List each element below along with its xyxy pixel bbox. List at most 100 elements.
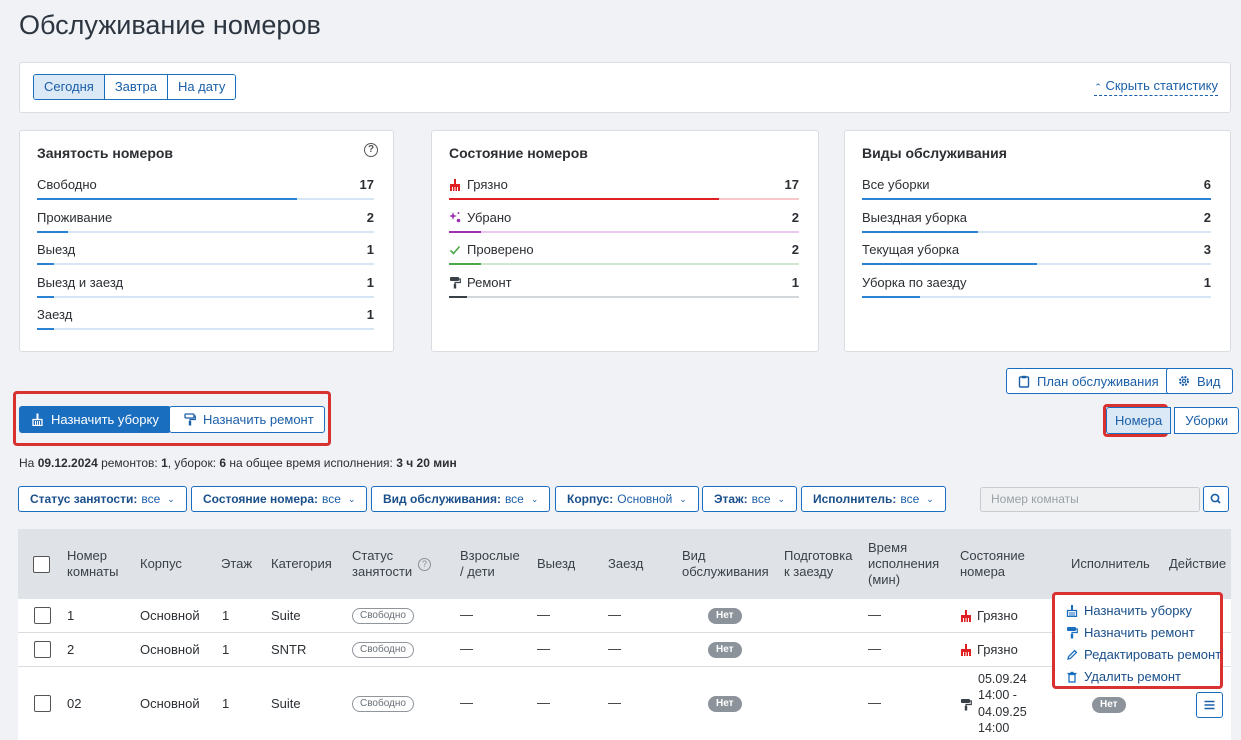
stat-row[interactable]: Текущая уборка 3 xyxy=(862,242,1211,274)
menu-edit-repair[interactable]: Редактировать ремонт xyxy=(1066,647,1221,662)
stat-progress xyxy=(449,295,799,298)
paint-roller-icon xyxy=(184,413,196,426)
occupancy-title: Занятость номеров xyxy=(37,145,174,161)
room-state-card: Состояние номеров Грязно 17 Убрано 2 Провере… xyxy=(431,130,819,352)
stat-row[interactable]: Все уборки 6 xyxy=(862,177,1211,209)
menu-delete-repair[interactable]: Удалить ремонт xyxy=(1066,669,1181,684)
sparkle-icon xyxy=(449,211,461,223)
tab-rooms[interactable]: Номера xyxy=(1106,407,1172,434)
stat-row[interactable]: Уборка по заезду 1 xyxy=(862,275,1211,307)
checkout: — xyxy=(537,641,550,656)
stat-label: Свободно xyxy=(37,177,97,192)
select-all-checkbox[interactable] xyxy=(33,556,50,573)
col-checkin[interactable]: Заезд xyxy=(608,556,643,572)
building: Основной xyxy=(140,642,200,657)
floor: 1 xyxy=(222,642,230,657)
category: SNTR xyxy=(271,642,307,657)
repair-period: 05.09.24 14:00 - 04.09.25 14:00 xyxy=(978,672,1027,735)
status-help-icon[interactable]: ? xyxy=(418,558,431,571)
row-actions-menu-button[interactable] xyxy=(1196,692,1223,718)
col-status[interactable]: Статус занятости xyxy=(352,548,412,580)
stat-row[interactable]: Ремонт 1 xyxy=(449,275,799,307)
service-badge: Нет xyxy=(708,696,742,712)
gear-icon xyxy=(1179,376,1189,386)
stat-progress xyxy=(862,263,1211,265)
category: Suite xyxy=(271,608,301,623)
status-badge: Свободно xyxy=(352,642,414,658)
col-service[interactable]: Вид обслуживания xyxy=(682,548,769,580)
col-building[interactable]: Корпус xyxy=(140,556,182,572)
room-state: Грязно xyxy=(960,642,1018,657)
occupancy-card: Занятость номеров ? Свободно 17 Проживание… xyxy=(19,130,394,352)
filter-occupancy[interactable]: Статус занятости: все ⌄ xyxy=(18,486,187,512)
col-guests[interactable]: Взрослые / дети xyxy=(460,548,520,580)
col-state[interactable]: Состояние номера xyxy=(960,548,1025,580)
col-floor[interactable]: Этаж xyxy=(221,556,252,572)
stat-label: Выезд и заезд xyxy=(37,274,124,290)
stat-row[interactable]: Убрано 2 xyxy=(449,210,799,242)
tab-cleanings[interactable]: Уборки xyxy=(1174,407,1240,434)
row-checkbox[interactable] xyxy=(34,607,51,624)
col-action: Действие xyxy=(1169,556,1227,571)
room-search-input[interactable]: Номер комнаты xyxy=(980,487,1200,512)
dirty-icon xyxy=(449,178,461,191)
paint-roller-icon xyxy=(449,276,461,289)
menu-assign-cleaning[interactable]: Назначить уборку xyxy=(1066,603,1192,618)
filter-executor[interactable]: Исполнитель: все ⌄ xyxy=(801,486,946,512)
stat-value: 3 xyxy=(1203,242,1211,257)
table-row[interactable]: 2 Основной 1 SNTR Свободно — — — Нет — Г… xyxy=(18,633,1231,667)
stat-row[interactable]: Свободно 17 xyxy=(37,177,374,209)
col-category[interactable]: Категория xyxy=(271,556,332,572)
status-badge: Свободно xyxy=(352,608,414,624)
broom-icon xyxy=(1066,604,1078,617)
stat-value: 2 xyxy=(791,209,799,225)
service-plan-button[interactable]: План обслуживания xyxy=(1006,368,1171,394)
period-tabs: Сегодня Завтра На дату xyxy=(33,74,237,100)
chevron-down-icon: ⌄ xyxy=(926,493,934,504)
stat-progress-fill xyxy=(862,295,921,298)
stat-row[interactable]: Проверено 2 xyxy=(449,242,799,274)
stat-label: Текущая уборка xyxy=(862,242,960,257)
room-number: 02 xyxy=(67,696,82,711)
table-header: Номер комнаты Корпус Этаж Категория Стат… xyxy=(18,529,1231,599)
stat-label: Выезд xyxy=(37,242,76,257)
tab-tomorrow[interactable]: Завтра xyxy=(104,75,168,99)
tab-today[interactable]: Сегодня xyxy=(34,75,105,99)
table-row[interactable]: 1 Основной 1 Suite Свободно — — — Нет — … xyxy=(18,599,1231,633)
stat-row[interactable]: Грязно 17 xyxy=(449,177,799,209)
checkin: — xyxy=(608,607,621,622)
col-room[interactable]: Номер комнаты xyxy=(67,548,118,580)
col-checkout[interactable]: Выезд xyxy=(537,556,575,572)
chevron-up-icon: ⌃ xyxy=(1094,82,1102,92)
room-number: 2 xyxy=(67,642,75,657)
filter-room-state[interactable]: Состояние номера: все ⌄ xyxy=(191,486,368,512)
filter-building[interactable]: Корпус: Основной ⌄ xyxy=(555,486,699,512)
filter-service-type[interactable]: Вид обслуживания: все ⌄ xyxy=(371,486,551,512)
help-icon[interactable]: ? xyxy=(364,143,378,157)
service-types-title: Виды обслуживания xyxy=(862,145,1007,161)
table-row[interactable]: 02 Основной 1 Suite Свободно — — — Нет —… xyxy=(18,667,1231,740)
col-executor[interactable]: Исполнитель xyxy=(1071,556,1150,572)
view-button[interactable]: Вид xyxy=(1166,368,1233,394)
row-checkbox[interactable] xyxy=(34,641,51,658)
col-prep[interactable]: Подготовка к заезду xyxy=(784,548,852,580)
search-button[interactable] xyxy=(1203,486,1229,512)
stat-row[interactable]: Выезд 1 xyxy=(37,242,374,274)
col-time[interactable]: Время исполнения (мин) xyxy=(868,540,939,588)
stat-value: 2 xyxy=(791,242,799,257)
stat-row[interactable]: Заезд 1 xyxy=(37,307,374,339)
dirty-icon xyxy=(961,609,971,622)
menu-assign-repair[interactable]: Назначить ремонт xyxy=(1066,625,1195,640)
executor-badge: Нет xyxy=(1092,697,1126,713)
row-checkbox[interactable] xyxy=(34,695,51,712)
stat-row[interactable]: Выездная уборка 2 xyxy=(862,210,1211,242)
stat-progress xyxy=(37,328,374,330)
tab-on-date[interactable]: На дату xyxy=(167,75,236,99)
assign-repair-button[interactable]: Назначить ремонт xyxy=(169,406,325,433)
hide-stats-link[interactable]: ⌃ Скрыть статистику xyxy=(1094,78,1218,96)
stat-progress-fill xyxy=(449,230,481,233)
stat-row[interactable]: Проживание 2 xyxy=(37,210,374,242)
assign-cleaning-button[interactable]: Назначить уборку xyxy=(19,406,171,433)
stat-row[interactable]: Выезд и заезд 1 xyxy=(37,275,374,307)
filter-floor[interactable]: Этаж: все ⌄ xyxy=(702,486,798,512)
